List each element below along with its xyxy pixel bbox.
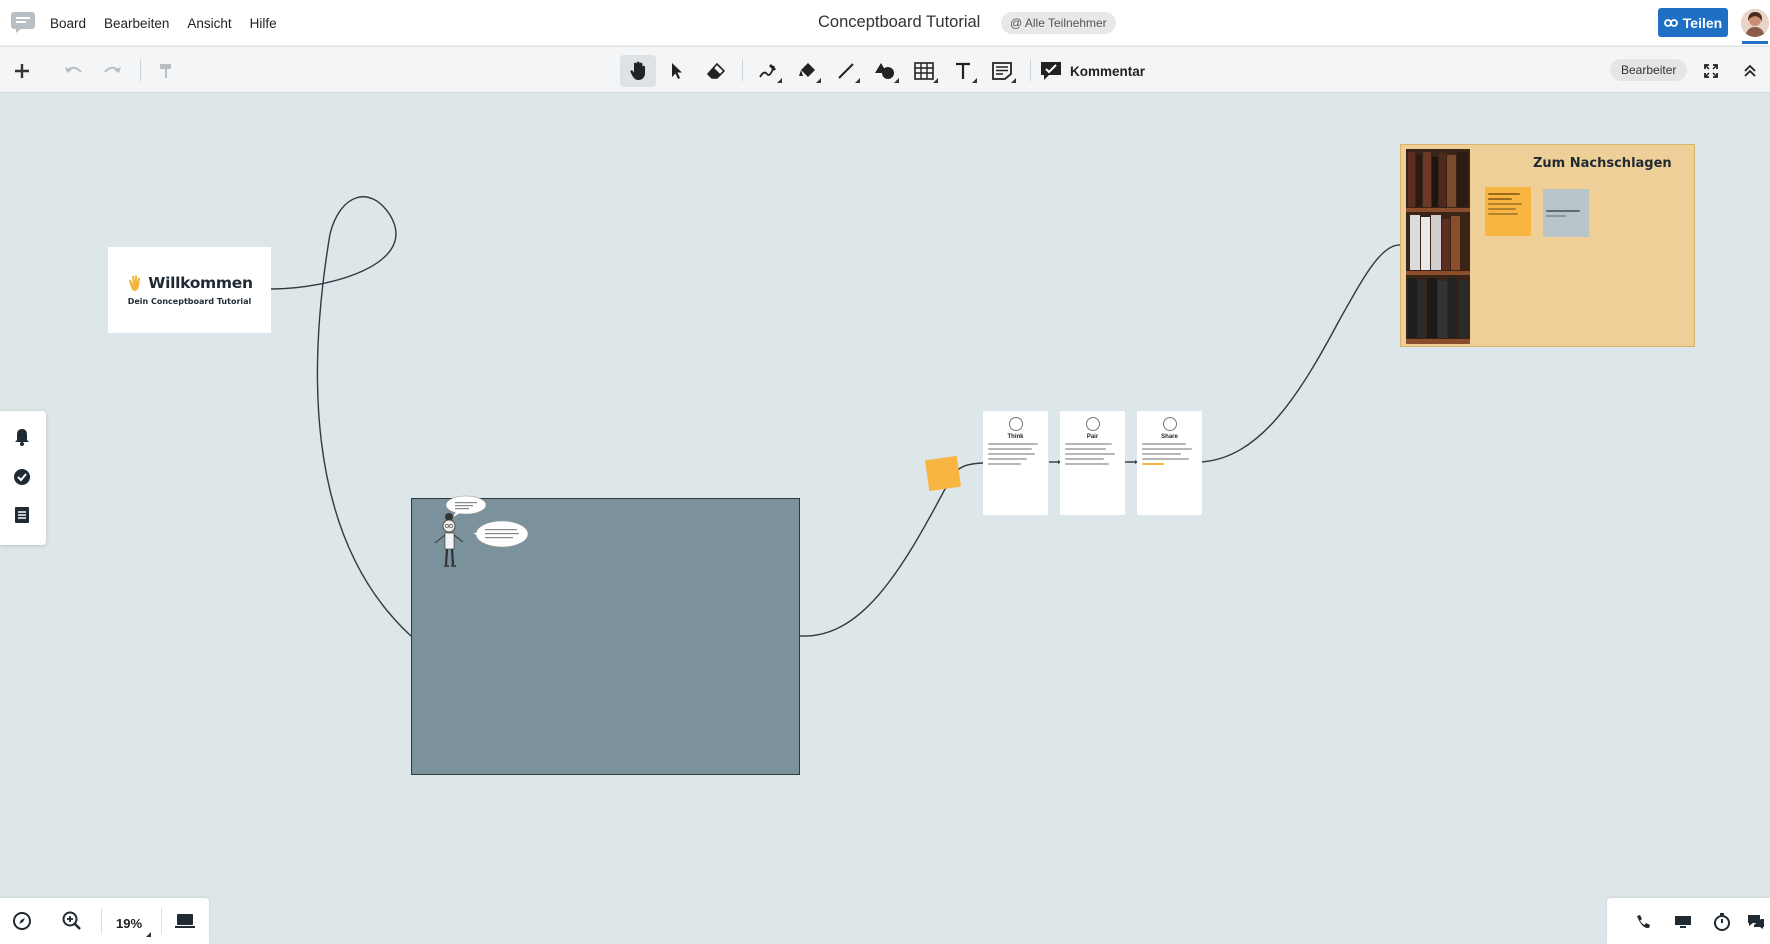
bottom-right-bar [1607, 898, 1770, 944]
people-icon [1085, 417, 1100, 431]
board-canvas[interactable]: Willkommen Dein Conceptboard Tutorial Th… [0, 94, 1770, 944]
bottom-left-bar [0, 898, 209, 944]
toolbar-divider [1030, 59, 1031, 81]
toolbar-divider [140, 59, 141, 81]
left-side-panel [0, 411, 46, 545]
think-card[interactable]: Think [983, 411, 1048, 515]
welcome-card[interactable]: Willkommen Dein Conceptboard Tutorial [108, 247, 271, 333]
collapse-toolbar-icon[interactable] [1732, 55, 1768, 87]
share-title: Share [1161, 434, 1178, 440]
pair-title: Pair [1086, 434, 1099, 440]
table-icon[interactable] [906, 55, 942, 87]
avatar-indicator [1742, 41, 1768, 44]
toolbar-divider [742, 59, 743, 81]
highlighter-icon[interactable] [789, 55, 825, 87]
undo-icon[interactable] [56, 55, 92, 87]
user-avatar[interactable] [1741, 9, 1769, 37]
think-title: Think [1007, 434, 1024, 440]
toolbar: Kommentar [0, 47, 1770, 93]
role-badge: Bearbeiter [1610, 59, 1688, 81]
waving-hand-icon [129, 275, 141, 291]
text-tool-icon[interactable] [945, 55, 981, 87]
timer-icon[interactable] [1711, 911, 1733, 933]
zoom-level[interactable]: 19% [116, 916, 142, 931]
hand-tool-icon[interactable] [620, 55, 656, 87]
link-icon [1663, 18, 1678, 27]
participants-badge[interactable]: @ Alle Teilnehmer [1001, 12, 1116, 34]
reference-title: Zum Nachschlagen [1533, 156, 1672, 171]
menu-ansicht[interactable]: Ansicht [187, 16, 231, 31]
sticky-note[interactable] [924, 455, 962, 492]
format-painter-icon[interactable] [148, 55, 184, 87]
comment-label: Kommentar [1070, 63, 1146, 79]
navigator-compass-icon[interactable] [11, 910, 33, 932]
menu-hilfe[interactable]: Hilfe [250, 16, 277, 31]
conceptboard-logo-icon[interactable] [10, 11, 36, 33]
share-label: Teilen [1682, 14, 1723, 31]
pair-card[interactable]: Pair [1060, 411, 1125, 515]
zoom-in-icon[interactable] [61, 910, 83, 932]
call-phone-icon[interactable] [1632, 911, 1654, 933]
notifications-bell-icon[interactable] [11, 426, 33, 448]
sticky-note-icon[interactable] [984, 55, 1020, 87]
redo-icon[interactable] [94, 55, 130, 87]
add-icon[interactable] [4, 55, 40, 87]
shapes-icon[interactable] [867, 55, 903, 87]
chat-icon[interactable] [1745, 911, 1767, 933]
screen-share-icon[interactable] [1672, 911, 1694, 933]
share-button[interactable]: Teilen [1658, 8, 1728, 37]
brain-icon [1008, 417, 1023, 431]
tasks-check-icon[interactable] [11, 466, 33, 488]
main-menu: Board Bearbeiten Ansicht Hilfe [50, 0, 295, 46]
reference-note-grey[interactable] [1543, 189, 1589, 237]
share-card[interactable]: Share [1137, 411, 1202, 515]
line-tool-icon[interactable] [828, 55, 864, 87]
tutorial-frame[interactable] [411, 495, 800, 775]
list-icon[interactable] [11, 504, 33, 526]
paper-plane-icon [1162, 417, 1177, 431]
pen-tool-icon[interactable] [750, 55, 786, 87]
fullscreen-icon[interactable] [1693, 55, 1729, 87]
reference-note-orange[interactable] [1485, 187, 1531, 236]
menu-board[interactable]: Board [50, 16, 86, 31]
comment-icon [1041, 62, 1061, 80]
bookshelf-image [1406, 149, 1470, 344]
character-illustration [434, 495, 529, 567]
eraser-icon[interactable] [698, 55, 734, 87]
welcome-subtitle: Dein Conceptboard Tutorial [127, 297, 252, 306]
select-pointer-icon[interactable] [659, 55, 695, 87]
presentation-mode-icon[interactable] [174, 910, 196, 932]
top-bar: Board Bearbeiten Ansicht Hilfe Conceptbo… [0, 0, 1770, 46]
welcome-title: Willkommen [126, 274, 253, 292]
menu-bearbeiten[interactable]: Bearbeiten [104, 16, 169, 31]
board-title[interactable]: Conceptboard Tutorial [818, 13, 980, 32]
comment-button[interactable]: Kommentar [1040, 55, 1145, 87]
